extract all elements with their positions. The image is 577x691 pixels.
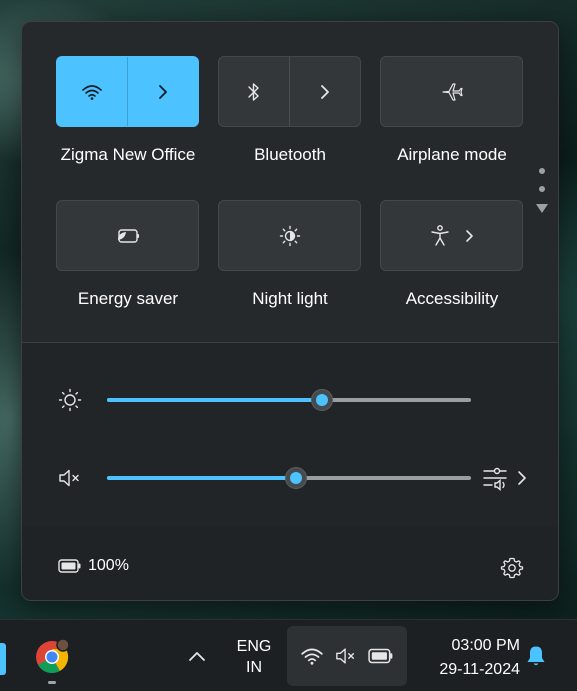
energy-saver-tile-label: Energy saver — [77, 289, 179, 308]
notifications-button[interactable] — [524, 644, 548, 668]
chrome-taskbar-button[interactable] — [34, 638, 70, 675]
volume-mixer-icon — [483, 467, 507, 491]
clock-button[interactable]: 03:00 PM 29-11-2024 — [414, 634, 520, 682]
quick-settings-tiles: Zigma New Office Bluetooth Airplane mode — [22, 22, 558, 342]
bluetooth-tile — [218, 56, 361, 127]
volume-fill — [107, 476, 297, 480]
system-tray-button[interactable] — [287, 626, 407, 686]
taskbar: ENG IN 03:00 PM 29-11-2024 — [0, 619, 577, 691]
brightness-fill — [107, 398, 322, 402]
chevron-right-icon — [518, 471, 526, 485]
bluetooth-icon — [248, 82, 259, 101]
volume-muted-icon — [59, 469, 79, 487]
brightness-icon — [58, 388, 82, 412]
quick-settings-footer: 100% — [22, 527, 558, 600]
volume-thumb[interactable] — [285, 467, 308, 489]
night-light-icon — [279, 225, 300, 246]
page-down-icon — [536, 204, 548, 213]
battery-icon — [368, 648, 393, 664]
airplane-mode-tile[interactable] — [380, 56, 523, 127]
wifi-icon — [82, 84, 102, 100]
settings-button[interactable] — [500, 556, 524, 580]
bluetooth-toggle-button[interactable] — [219, 57, 290, 126]
page-dot — [539, 186, 545, 192]
input-language-button[interactable]: ENG IN — [226, 636, 282, 678]
airplane-icon — [441, 82, 463, 101]
wifi-tile — [56, 56, 199, 127]
night-light-tile-label: Night light — [252, 289, 328, 308]
bell-icon — [527, 646, 545, 666]
volume-slider[interactable] — [107, 467, 471, 489]
wifi-icon — [300, 648, 323, 665]
quick-settings-panel: Zigma New Office Bluetooth Airplane mode — [21, 21, 559, 601]
clock-date: 29-11-2024 — [439, 661, 520, 678]
night-light-tile[interactable] — [218, 200, 361, 271]
language-code: ENG — [236, 638, 272, 655]
chrome-icon — [36, 638, 70, 674]
chrome-running-indicator — [48, 681, 56, 684]
volume-muted-icon — [336, 648, 355, 664]
accessibility-tile[interactable] — [380, 200, 523, 271]
page-dot — [539, 168, 545, 174]
chevron-right-icon — [321, 84, 329, 99]
battery-icon — [58, 559, 81, 573]
energy-saver-icon — [117, 228, 139, 243]
taskbar-app-edge[interactable] — [0, 643, 6, 675]
battery-status[interactable]: 100% — [58, 557, 129, 575]
energy-saver-tile[interactable] — [56, 200, 199, 271]
tile-page-indicator[interactable] — [536, 168, 548, 213]
chevron-up-icon — [189, 652, 205, 661]
volume-row — [22, 458, 558, 498]
brightness-slider[interactable] — [107, 389, 471, 411]
brightness-row — [22, 380, 558, 420]
chevron-right-icon — [465, 229, 473, 242]
volume-mixer-button[interactable] — [482, 465, 532, 491]
wifi-tile-label: Zigma New Office — [60, 145, 196, 164]
chevron-right-icon — [159, 84, 167, 99]
bluetooth-expand-button[interactable] — [290, 57, 360, 126]
language-region: IN — [246, 659, 262, 676]
battery-percentage: 100% — [88, 557, 129, 574]
bluetooth-tile-label: Bluetooth — [254, 145, 326, 164]
accessibility-tile-label: Accessibility — [405, 289, 499, 308]
gear-icon — [500, 557, 524, 579]
accessibility-icon — [430, 224, 449, 246]
sliders-section — [22, 343, 558, 527]
wifi-expand-button[interactable] — [128, 57, 198, 126]
clock-time: 03:00 PM — [451, 637, 520, 654]
brightness-thumb[interactable] — [310, 389, 333, 411]
show-hidden-icons-button[interactable] — [186, 646, 208, 668]
airplane-mode-tile-label: Airplane mode — [397, 145, 507, 164]
wifi-toggle-button[interactable] — [57, 57, 128, 126]
